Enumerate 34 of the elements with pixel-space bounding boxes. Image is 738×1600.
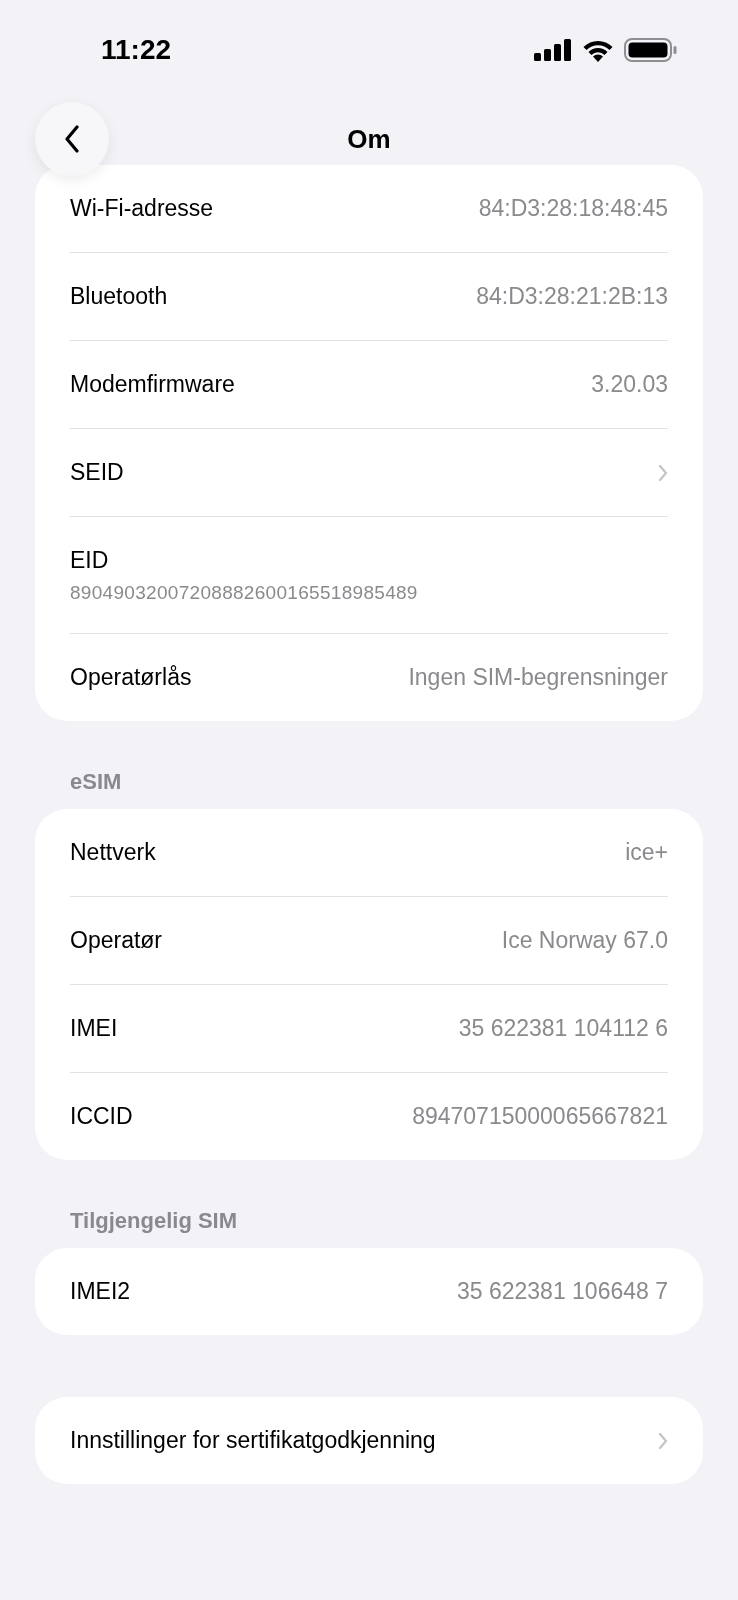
signal-icon	[534, 39, 572, 61]
row-value: 84:D3:28:21:2B:13	[476, 283, 668, 310]
row-label: Nettverk	[70, 839, 156, 866]
row-label: IMEI	[70, 1015, 118, 1042]
battery-icon	[624, 38, 678, 62]
row-label: IMEI2	[70, 1278, 131, 1305]
settings-row[interactable]: SEID	[35, 429, 703, 516]
settings-row[interactable]: Innstillinger for sertifikatgodkjenning	[35, 1397, 703, 1484]
chevron-left-icon	[64, 125, 80, 153]
row-value: 84:D3:28:18:48:45	[478, 195, 668, 222]
row-value: 35 622381 104112 6	[458, 1015, 668, 1042]
row-label: ICCID	[70, 1103, 133, 1130]
row-label: Operatør	[70, 927, 163, 954]
row-label: Innstillinger for sertifikatgodkjenning	[70, 1427, 436, 1454]
row-value: 89049032007208882600165518985489	[70, 581, 418, 604]
row-value: Ice Norway 67.0	[501, 927, 668, 954]
chevron-right-icon	[658, 1431, 668, 1450]
section-header: Tilgjengelig SIM	[69, 1207, 239, 1235]
row-label: Operatørlås	[70, 664, 192, 691]
row-value: Ingen SIM-begrensninger	[408, 664, 668, 691]
page-title: Om	[347, 124, 391, 155]
row-value: 89470715000065667821	[412, 1103, 668, 1130]
row-value: 3.20.03	[591, 371, 668, 398]
row-label: EID	[70, 546, 109, 574]
row-label: Wi-Fi-adresse	[70, 195, 214, 222]
chevron-right-icon	[658, 463, 668, 482]
section-header: eSIM	[69, 768, 123, 796]
status-time: 11:22	[101, 34, 172, 66]
wifi-icon	[582, 38, 614, 62]
row-label: Modemfirmware	[70, 371, 235, 398]
row-label: SEID	[70, 459, 124, 486]
row-value: 35 622381 106648 7	[456, 1278, 668, 1305]
row-value: ice+	[625, 839, 668, 866]
row-label: Bluetooth	[70, 283, 168, 310]
